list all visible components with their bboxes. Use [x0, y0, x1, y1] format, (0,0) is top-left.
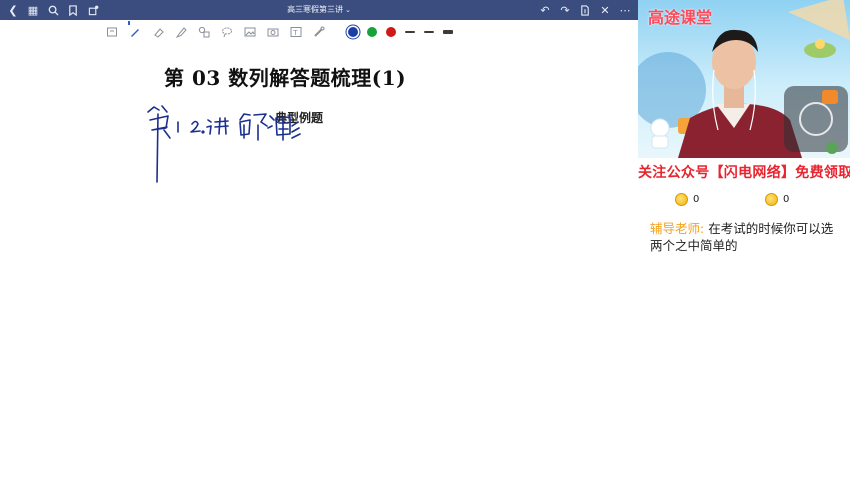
- back-icon[interactable]: ❮: [6, 3, 20, 17]
- like-count-1: 0: [693, 194, 700, 205]
- title-bar-left: ❮ ▦: [6, 3, 100, 17]
- brand-logo-text: 高途课堂: [648, 8, 713, 27]
- handwritten-annotation: [147, 105, 301, 183]
- search-icon[interactable]: [46, 3, 60, 17]
- color-swatch-red[interactable]: [386, 27, 396, 37]
- color-swatch-blue[interactable]: [348, 27, 358, 37]
- bookmark-icon[interactable]: [66, 3, 80, 17]
- eraser-tool-icon[interactable]: [151, 25, 165, 39]
- title-bar-right: ↶ ↷ ✕ ⋯: [538, 3, 632, 17]
- chevron-down-icon[interactable]: ⌄: [345, 6, 351, 14]
- chat-message: 辅导老师: 在考试的时候你可以选两个之中简单的: [650, 220, 840, 254]
- export-icon[interactable]: [578, 3, 592, 17]
- more-icon[interactable]: ⋯: [618, 3, 632, 17]
- laser-tool-icon[interactable]: [312, 25, 326, 39]
- color-swatch-green[interactable]: [367, 27, 377, 37]
- like-counter-2[interactable]: 0: [765, 193, 789, 206]
- stroke-medium[interactable]: [424, 30, 434, 34]
- medal-icon: [675, 193, 688, 206]
- like-counter-1[interactable]: 0: [675, 193, 699, 206]
- title-bar: ❮ ▦ 高三寒假第三讲 ⌄ ↶ ↷ ✕ ⋯: [0, 0, 638, 20]
- redo-icon[interactable]: ↷: [558, 3, 572, 17]
- text-select-tool-icon[interactable]: [105, 25, 119, 39]
- marker-tool-icon[interactable]: [174, 25, 188, 39]
- stroke-thick[interactable]: [443, 30, 453, 34]
- share-icon[interactable]: [86, 3, 100, 17]
- like-count-2: 0: [783, 194, 790, 205]
- camera-tool-icon[interactable]: [266, 25, 280, 39]
- active-tool-indicator: [128, 21, 130, 25]
- textbox-tool-icon[interactable]: T: [289, 25, 303, 39]
- lasso-tool-icon[interactable]: [220, 25, 234, 39]
- chat-speaker: 辅导老师:: [650, 221, 705, 236]
- stroke-thin[interactable]: [405, 31, 415, 33]
- undo-icon[interactable]: ↶: [538, 3, 552, 17]
- live-panel: 高途课堂 关注公众号【闪电网络】免费领取 0 0 辅导老师: 在考试的时候你可以…: [638, 0, 850, 478]
- image-tool-icon[interactable]: [243, 25, 257, 39]
- document-title-text: 高三寒假第三讲: [287, 5, 344, 14]
- teacher-video[interactable]: 高途课堂: [638, 0, 850, 158]
- promo-banner[interactable]: 关注公众号【闪电网络】免费领取: [638, 162, 850, 182]
- close-icon[interactable]: ✕: [598, 3, 612, 17]
- shapes-tool-icon[interactable]: [197, 25, 211, 39]
- drawing-toolbar: T: [105, 21, 453, 41]
- svg-text:T: T: [292, 29, 298, 37]
- pen-tool-icon[interactable]: [128, 21, 142, 39]
- lesson-title: 第 03 数列解答题梳理(1): [164, 66, 407, 90]
- medal-icon: [765, 193, 778, 206]
- grid-icon[interactable]: ▦: [26, 3, 40, 17]
